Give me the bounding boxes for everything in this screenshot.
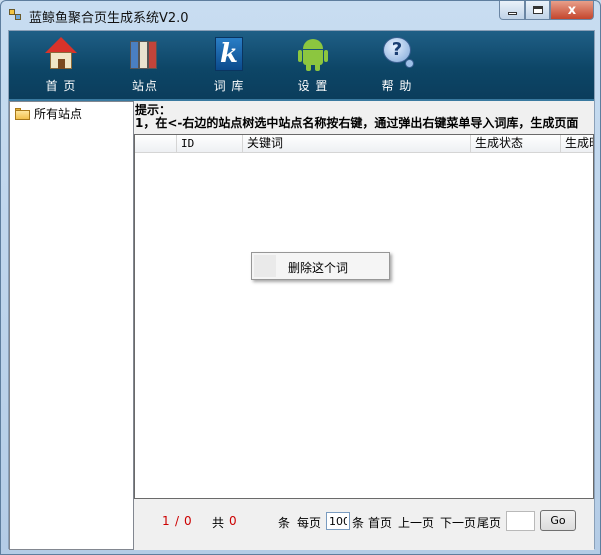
toolbar-sites-label: 站点 (131, 79, 158, 93)
go-button[interactable]: Go (540, 510, 576, 531)
toolbar-help-button[interactable]: ? 帮 助 (367, 37, 427, 97)
main-toolbar: 首 页 站点 k 词 库 设 置 ? 帮 助 (9, 31, 594, 101)
toolbar-settings-button[interactable]: 设 置 (283, 37, 343, 97)
current-page: 1 (162, 514, 170, 528)
minimize-icon (507, 11, 517, 15)
page-separator: / (175, 514, 180, 528)
keyword-pane: 提示： 1，在<-右边的站点树选中站点名称按右键，通过弹出右键菜单导入词库，生成… (134, 101, 594, 550)
maximize-button[interactable] (525, 1, 550, 20)
grid-column-status[interactable]: 生成状态 (471, 135, 561, 153)
per-page-input[interactable] (326, 512, 350, 530)
toolbar-help-label: 帮 助 (381, 79, 413, 93)
toolbar-home-label: 首 页 (45, 79, 77, 93)
last-page-link[interactable]: 尾页 (477, 514, 501, 531)
grid-header: ID 关键词 生成状态 生成时间 (135, 135, 593, 153)
toolbar-sites-button[interactable]: 站点 (115, 37, 175, 97)
tree-node-all-sites[interactable]: 所有站点 (15, 105, 82, 122)
title-bar[interactable]: 蓝鲸鱼聚合页生成系统V2.0 x (1, 1, 600, 29)
folder-icon (15, 107, 30, 120)
tips-line-1: 1，在<-右边的站点树选中站点名称按右键，通过弹出右键菜单导入词库，生成页面 (135, 116, 579, 130)
context-menu-item-label: 删除这个词 (288, 261, 349, 275)
grid-column-time[interactable]: 生成时间 (561, 135, 593, 153)
next-page-link[interactable]: 下一页 (440, 514, 476, 531)
grid-column-keyword[interactable]: 关键词 (243, 135, 471, 153)
total-count: 0 (229, 514, 237, 528)
context-menu: 删除这个词 (251, 252, 390, 280)
per-page-label: 每页 (297, 516, 322, 530)
toolbar-home-button[interactable]: 首 页 (31, 37, 91, 97)
total-pages: 0 (184, 514, 192, 528)
window-title: 蓝鲸鱼聚合页生成系统V2.0 (29, 11, 189, 26)
context-menu-item-delete-word[interactable]: 删除这个词 (254, 255, 387, 277)
prev-page-link[interactable]: 上一页 (398, 514, 434, 531)
k-dictionary-icon: k (215, 37, 243, 71)
app-window: 蓝鲸鱼聚合页生成系统V2.0 x 首 页 站点 k 词 库 设 置 ? 帮 助 … (0, 0, 601, 555)
android-icon (295, 37, 331, 71)
toolbar-dictionary-label: 词 库 (213, 79, 245, 93)
client-area: 首 页 站点 k 词 库 设 置 ? 帮 助 所有站点 提示： 1，在<-右边的… (8, 30, 595, 550)
total-unit: 条 (278, 516, 291, 530)
tree-node-label: 所有站点 (34, 107, 83, 121)
books-icon (127, 37, 163, 71)
close-button[interactable]: x (550, 1, 594, 20)
toolbar-dictionary-button[interactable]: k 词 库 (199, 37, 259, 97)
toolbar-settings-label: 设 置 (297, 79, 329, 93)
total-label: 共 (212, 516, 225, 530)
first-page-link[interactable]: 首页 (368, 514, 392, 531)
minimize-button[interactable] (499, 1, 525, 20)
maximize-icon (532, 6, 543, 14)
page-number-input[interactable] (506, 511, 535, 531)
app-icon (9, 9, 23, 22)
grid-row-header-column[interactable] (135, 135, 177, 153)
keyword-grid[interactable]: ID 关键词 生成状态 生成时间 (134, 134, 594, 499)
pager: 1 / 0 共 0 条 每页 条 首页 上一页 下一页 尾页 Go (134, 500, 594, 550)
per-page-unit: 条 (352, 516, 365, 530)
home-icon (43, 37, 79, 71)
window-controls: x (499, 1, 594, 20)
grid-column-id[interactable]: ID (177, 135, 243, 153)
site-tree[interactable]: 所有站点 (9, 101, 134, 550)
